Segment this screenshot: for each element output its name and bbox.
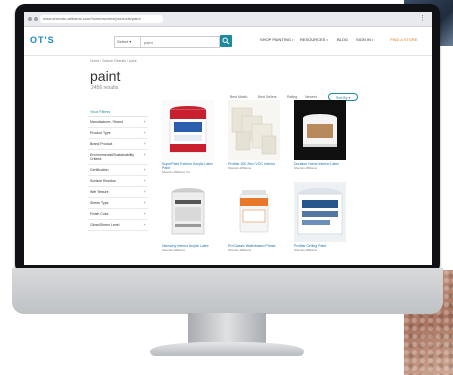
filter-facet[interactable]: Environmental/Sustainability Criteria + xyxy=(88,150,148,165)
filter-facet[interactable]: Gloss/Sheen Level + xyxy=(88,220,148,231)
back-icon[interactable] xyxy=(28,17,32,21)
chevron-down-icon: ▾ xyxy=(326,38,328,42)
product-image[interactable] xyxy=(294,182,346,242)
nav-resources[interactable]: RESOURCES▾ xyxy=(300,37,328,42)
product-card[interactable]: ProMar Ceiling Paint Sherwin-Williams xyxy=(294,182,348,252)
filter-facet[interactable]: Certification + xyxy=(88,165,148,176)
breadcrumb[interactable]: Home / Search Results / paint xyxy=(90,59,137,63)
product-image[interactable] xyxy=(162,100,214,160)
nav-blog[interactable]: BLOG xyxy=(337,37,348,42)
product-image[interactable] xyxy=(162,182,214,242)
product-meta: Sherwin-Williams Co. xyxy=(162,170,191,174)
chevron-down-icon: ▾ xyxy=(371,38,374,42)
nav-find-store[interactable]: FIND A STORE xyxy=(390,37,418,42)
nav-sign-in[interactable]: SIGN IN▾ xyxy=(356,37,373,42)
expand-icon: + xyxy=(143,141,146,146)
filter-facet[interactable]: Sheen Type + xyxy=(88,198,148,209)
browser-toolbar: www.sherwin-williams.com/homeowners/prod… xyxy=(24,12,432,27)
search-icon xyxy=(222,37,230,45)
product-meta: Sherwin-Williams xyxy=(294,248,318,252)
results-count: 2456 results xyxy=(91,85,119,91)
sort-option[interactable]: Newest xyxy=(305,95,317,99)
expand-icon: + xyxy=(143,178,146,183)
product-meta: Sherwin-Williams xyxy=(228,248,252,252)
monitor-stand-foot xyxy=(150,342,304,356)
product-card[interactable]: ProMar 200 Zero VOC Interior Sherwin-Wil… xyxy=(228,100,282,170)
site-header: OT'S Select ▾ SHOP PAINTING▾ RESOURCES▾ … xyxy=(24,27,432,56)
product-card[interactable]: ProClassic Waterbased Primer Sherwin-Wil… xyxy=(228,182,282,252)
product-name[interactable]: SuperPaint Exterior Acrylic Latex Paint xyxy=(162,162,216,170)
expand-icon: + xyxy=(143,200,146,205)
product-card[interactable]: Harmony Interior Acrylic Latex Sherwin-W… xyxy=(162,182,216,252)
site-logo[interactable]: OT'S xyxy=(30,35,55,45)
expand-icon: + xyxy=(143,130,146,135)
monitor-stand-neck xyxy=(188,313,266,345)
browser-menu-icon[interactable]: ⋮ xyxy=(419,14,426,23)
monitor-screen: www.sherwin-williams.com/homeowners/prod… xyxy=(24,12,432,265)
product-meta: Sherwin-Williams xyxy=(162,248,186,252)
filter-facet[interactable]: Manufacturer / Brand + xyxy=(88,117,148,128)
filter-facet[interactable]: Surface Residue + xyxy=(88,176,148,187)
product-image[interactable] xyxy=(228,100,280,160)
sort-option[interactable]: Best Match xyxy=(230,95,248,99)
filter-sidebar: Your Filters Manufacturer / Brand + Produ… xyxy=(88,107,148,231)
search-category-select[interactable]: Select ▾ xyxy=(115,37,141,47)
product-meta: Sherwin-Williams xyxy=(294,166,318,170)
product-meta: Sherwin-Williams xyxy=(228,166,252,170)
product-card[interactable]: Duration Home Interior Latex Sherwin-Wil… xyxy=(294,100,348,170)
sort-option[interactable]: Rating xyxy=(287,95,297,99)
product-image[interactable] xyxy=(294,100,346,160)
search-input[interactable] xyxy=(142,37,220,47)
page-title: paint xyxy=(90,68,121,84)
filter-facet[interactable]: Finish Color + xyxy=(88,209,148,220)
filter-sidebar-title: Your Filters xyxy=(88,107,148,117)
product-image[interactable] xyxy=(228,182,280,242)
filter-facet[interactable]: Product Type + xyxy=(88,128,148,139)
product-card[interactable]: SuperPaint Exterior Acrylic Latex Paint … xyxy=(162,100,216,174)
monitor-chin xyxy=(12,268,443,314)
expand-icon: + xyxy=(143,119,146,124)
filter-facet[interactable]: Wet Texture + xyxy=(88,187,148,198)
sort-option[interactable]: Best Sellers xyxy=(258,95,277,99)
expand-icon: + xyxy=(143,222,146,227)
expand-icon: + xyxy=(143,152,146,157)
forward-icon[interactable] xyxy=(34,17,38,21)
search-button[interactable] xyxy=(220,35,232,47)
chevron-down-icon: ▾ xyxy=(291,38,294,42)
address-bar[interactable]: www.sherwin-williams.com/homeowners/prod… xyxy=(40,15,163,23)
search-bar: Select ▾ xyxy=(114,36,220,48)
nav-shop-painting[interactable]: SHOP PAINTING▾ xyxy=(260,37,293,42)
expand-icon: + xyxy=(143,211,146,216)
filter-facet[interactable]: Brand Product + xyxy=(88,139,148,150)
expand-icon: + xyxy=(143,167,146,172)
expand-icon: + xyxy=(143,189,146,194)
